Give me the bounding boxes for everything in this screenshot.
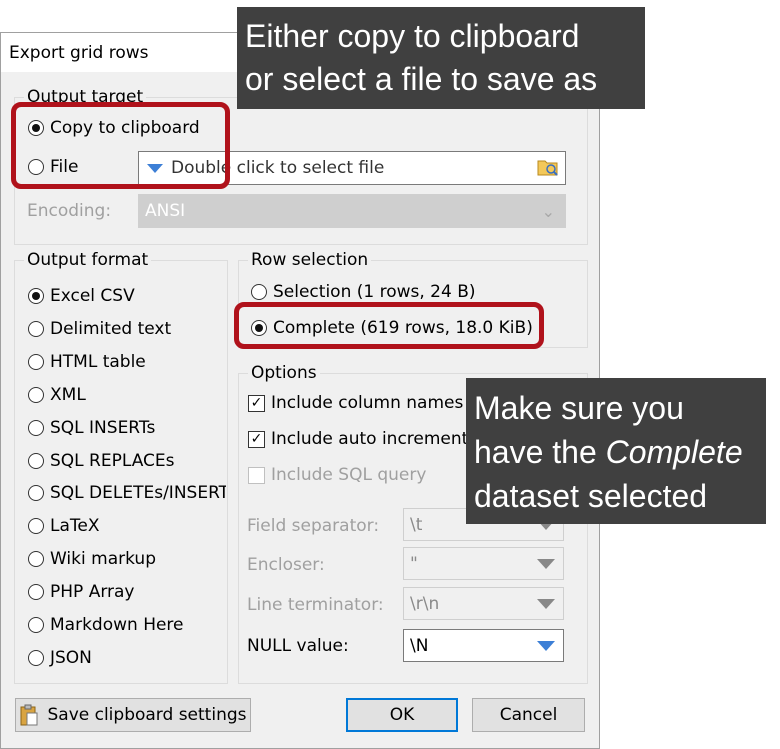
output-target-highlight	[11, 102, 230, 189]
output-format-option[interactable]: Delimited text	[28, 319, 171, 339]
output-format-legend: Output format	[24, 250, 152, 270]
window-title: Export grid rows	[9, 43, 149, 63]
include-sql-query-checkbox[interactable]: Include SQL query	[248, 465, 426, 485]
cancel-button[interactable]: Cancel	[472, 698, 585, 732]
callout-mid-line1: Make sure you	[474, 390, 684, 426]
radio-unselected-icon	[28, 386, 44, 403]
null-value-label: NULL value:	[247, 636, 349, 656]
line-terminator-label: Line terminator:	[247, 595, 384, 615]
output-format-label: Excel CSV	[50, 286, 135, 306]
output-format-option[interactable]: LaTeX	[28, 516, 100, 536]
radio-unselected-icon	[251, 284, 267, 300]
callout-mid-line2: have the Complete	[474, 430, 766, 474]
callout-mid-line2-em: Complete	[605, 434, 743, 470]
include-sql-query-label: Include SQL query	[271, 465, 427, 485]
callout-top-line1: Either copy to clipboard	[245, 18, 580, 54]
output-format-label: JSON	[50, 647, 92, 668]
output-format-label: LaTeX	[50, 516, 100, 537]
encloser-label: Encloser:	[247, 555, 325, 575]
radio-unselected-icon	[28, 485, 44, 502]
output-format-label: XML	[50, 384, 86, 405]
null-value-value: \N	[410, 635, 429, 656]
include-column-names-label: Include column names	[271, 393, 464, 413]
checkbox-empty-icon	[248, 466, 265, 484]
ok-button[interactable]: OK	[346, 698, 458, 732]
cancel-label: Cancel	[499, 705, 558, 725]
output-format-option[interactable]: XML	[28, 385, 86, 405]
output-format-option[interactable]: JSON	[28, 648, 92, 668]
output-format-label: SQL REPLACEs	[50, 450, 175, 471]
output-format-label: SQL INSERTs	[50, 417, 156, 438]
callout-top-line2: or select a file to save as	[245, 61, 598, 97]
chevron-down-icon: ⌄	[541, 202, 555, 221]
encoding-select[interactable]: ANSI ⌄	[138, 194, 566, 228]
output-format-option[interactable]: Wiki markup	[28, 549, 156, 569]
output-format-label: Wiki markup	[50, 549, 156, 570]
row-selection-legend: Row selection	[248, 250, 372, 270]
dropdown-arrow-icon[interactable]	[537, 640, 555, 651]
radio-selected-icon	[28, 288, 44, 304]
output-format-option[interactable]: SQL INSERTs	[28, 418, 155, 438]
line-terminator-input[interactable]: \r\n	[403, 587, 564, 620]
radio-unselected-icon	[28, 649, 44, 666]
complete-highlight	[234, 302, 544, 349]
line-terminator-value: \r\n	[410, 593, 440, 614]
selection-label: Selection (1 rows, 24 B)	[273, 282, 476, 302]
options-legend: Options	[248, 363, 320, 383]
field-separator-label: Field separator:	[247, 516, 380, 536]
callout-top: Either copy to clipboard or select a fil…	[237, 7, 645, 109]
output-format-option[interactable]: HTML table	[28, 352, 146, 372]
radio-unselected-icon	[28, 518, 44, 535]
save-clipboard-settings-label: Save clipboard settings	[47, 705, 247, 725]
callout-mid: Make sure you have the Complete dataset …	[466, 378, 766, 524]
include-column-names-checkbox[interactable]: ✓ Include column names	[248, 393, 463, 413]
dropdown-arrow-icon[interactable]	[537, 598, 555, 609]
checkmark-icon: ✓	[248, 394, 265, 412]
output-format-label: PHP Array	[50, 582, 135, 603]
output-format-label: HTML table	[50, 351, 146, 372]
encloser-value: "	[410, 553, 418, 574]
encoding-label: Encoding:	[27, 201, 112, 221]
null-value-input[interactable]: \N	[403, 629, 564, 662]
output-format-label: SQL DELETEs/INSERTs	[50, 483, 226, 504]
output-format-option[interactable]: SQL DELETEs/INSERTs	[28, 483, 226, 503]
output-format-option[interactable]: SQL REPLACEs	[28, 451, 175, 471]
output-format-label: Delimited text	[50, 318, 172, 339]
checkmark-icon: ✓	[248, 430, 265, 448]
field-separator-value: \t	[410, 514, 423, 535]
output-format-option[interactable]: Excel CSV	[28, 286, 135, 306]
radio-unselected-icon	[28, 353, 44, 370]
ok-label: OK	[389, 705, 415, 725]
save-clipboard-settings-button[interactable]: Save clipboard settings	[15, 698, 251, 732]
radio-unselected-icon	[28, 584, 44, 601]
encoding-value: ANSI	[145, 201, 186, 221]
radio-unselected-icon	[28, 320, 44, 337]
output-format-option[interactable]: Markdown Here	[28, 615, 184, 635]
clipboard-icon	[19, 704, 39, 726]
radio-unselected-icon	[28, 419, 44, 436]
callout-mid-line3: dataset selected	[474, 478, 708, 514]
radio-unselected-icon	[28, 617, 44, 633]
callout-mid-line2-pre: have the	[474, 434, 606, 470]
folder-open-icon[interactable]	[537, 157, 559, 177]
radio-unselected-icon	[28, 452, 44, 469]
output-format-option[interactable]: PHP Array	[28, 582, 134, 602]
dropdown-arrow-icon[interactable]	[537, 558, 555, 569]
output-format-label: Markdown Here	[50, 615, 184, 635]
encloser-input[interactable]: "	[403, 547, 564, 580]
radio-unselected-icon	[28, 551, 44, 568]
selection-radio[interactable]: Selection (1 rows, 24 B)	[251, 282, 476, 302]
